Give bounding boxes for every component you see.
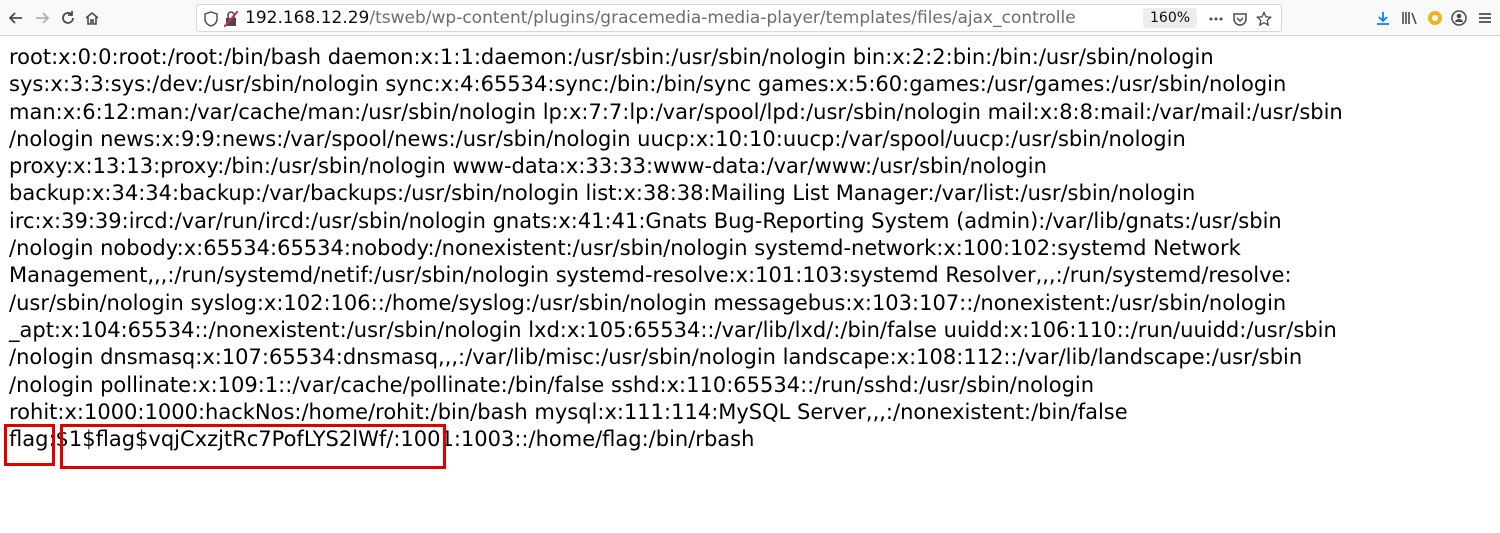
passwd-line: backup:x:34:34:backup:/var/backups:/usr/… bbox=[9, 181, 1196, 206]
url-host: 192.168.12.29 bbox=[245, 8, 370, 28]
home-icon[interactable] bbox=[82, 8, 102, 28]
pocket-icon[interactable] bbox=[1231, 9, 1249, 29]
browser-toolbar: 192.168.12.29/tsweb/wp-content/plugins/g… bbox=[0, 0, 1500, 36]
passwd-line: /nologin nobody:x:65534:65534:nobody:/no… bbox=[9, 236, 1241, 261]
more-icon[interactable] bbox=[1207, 9, 1225, 29]
passwd-line: /usr/sbin/nologin syslog:x:102:106::/hom… bbox=[9, 290, 1287, 315]
forward-icon[interactable] bbox=[32, 8, 52, 28]
back-icon[interactable] bbox=[6, 8, 26, 28]
zoom-level-badge[interactable]: 160% bbox=[1143, 8, 1198, 28]
username-highlight-box bbox=[4, 424, 55, 466]
passwd-line: /nologin pollinate:x:109:1::/var/cache/p… bbox=[9, 372, 1095, 397]
passwd-line: /nologin news:x:9:9:news:/var/spool/news… bbox=[9, 126, 1186, 151]
passwd-line: /nologin dnsmasq:x:107:65534:dnsmasq,,,:… bbox=[9, 345, 1303, 370]
url-bar[interactable]: 192.168.12.29/tsweb/wp-content/plugins/g… bbox=[196, 4, 1282, 32]
passwd-content: root:x:0:0:root:/root:/bin/bash daemon:x… bbox=[9, 44, 1493, 453]
library-icon[interactable] bbox=[1401, 8, 1419, 28]
passwd-line: rohit:x:1000:1000:hackNos:/home/rohit:/b… bbox=[9, 399, 1128, 424]
passwd-line: man:x:6:12:man:/var/cache/man:/usr/sbin/… bbox=[9, 99, 1343, 124]
menu-icon[interactable] bbox=[1476, 8, 1494, 28]
reload-icon[interactable] bbox=[58, 8, 78, 28]
url-fade bbox=[1077, 7, 1133, 29]
passwd-line: proxy:x:13:13:proxy:/bin:/usr/sbin/nolog… bbox=[9, 154, 1047, 179]
account-icon[interactable] bbox=[1450, 8, 1468, 28]
url-text: 192.168.12.29/tsweb/wp-content/plugins/g… bbox=[245, 8, 1125, 28]
insecure-lock-icon[interactable] bbox=[223, 9, 239, 29]
download-icon[interactable] bbox=[1374, 8, 1392, 28]
flag-rest: :1001:1003::/home/flag:/bin/rbash bbox=[393, 427, 755, 452]
extension-icon[interactable] bbox=[1426, 8, 1444, 28]
passwd-line: irc:x:39:39:ircd:/var/run/ircd:/usr/sbin… bbox=[9, 208, 1282, 233]
passwd-line: _apt:x:104:65534::/nonexistent:/usr/sbin… bbox=[9, 317, 1337, 342]
bookmark-star-icon[interactable] bbox=[1255, 9, 1273, 29]
passwd-line: Management,,,:/run/systemd/netif:/usr/sb… bbox=[9, 263, 1292, 288]
passwd-line: root:x:0:0:root:/root:/bin/bash daemon:x… bbox=[9, 45, 1214, 69]
hash-highlight-box bbox=[60, 424, 446, 469]
passwd-line: sys:x:3:3:sys:/dev:/usr/sbin/nologin syn… bbox=[9, 72, 1287, 97]
url-path: /tsweb/wp-content/plugins/gracemedia-med… bbox=[369, 8, 1076, 28]
shield-icon[interactable] bbox=[203, 9, 219, 29]
